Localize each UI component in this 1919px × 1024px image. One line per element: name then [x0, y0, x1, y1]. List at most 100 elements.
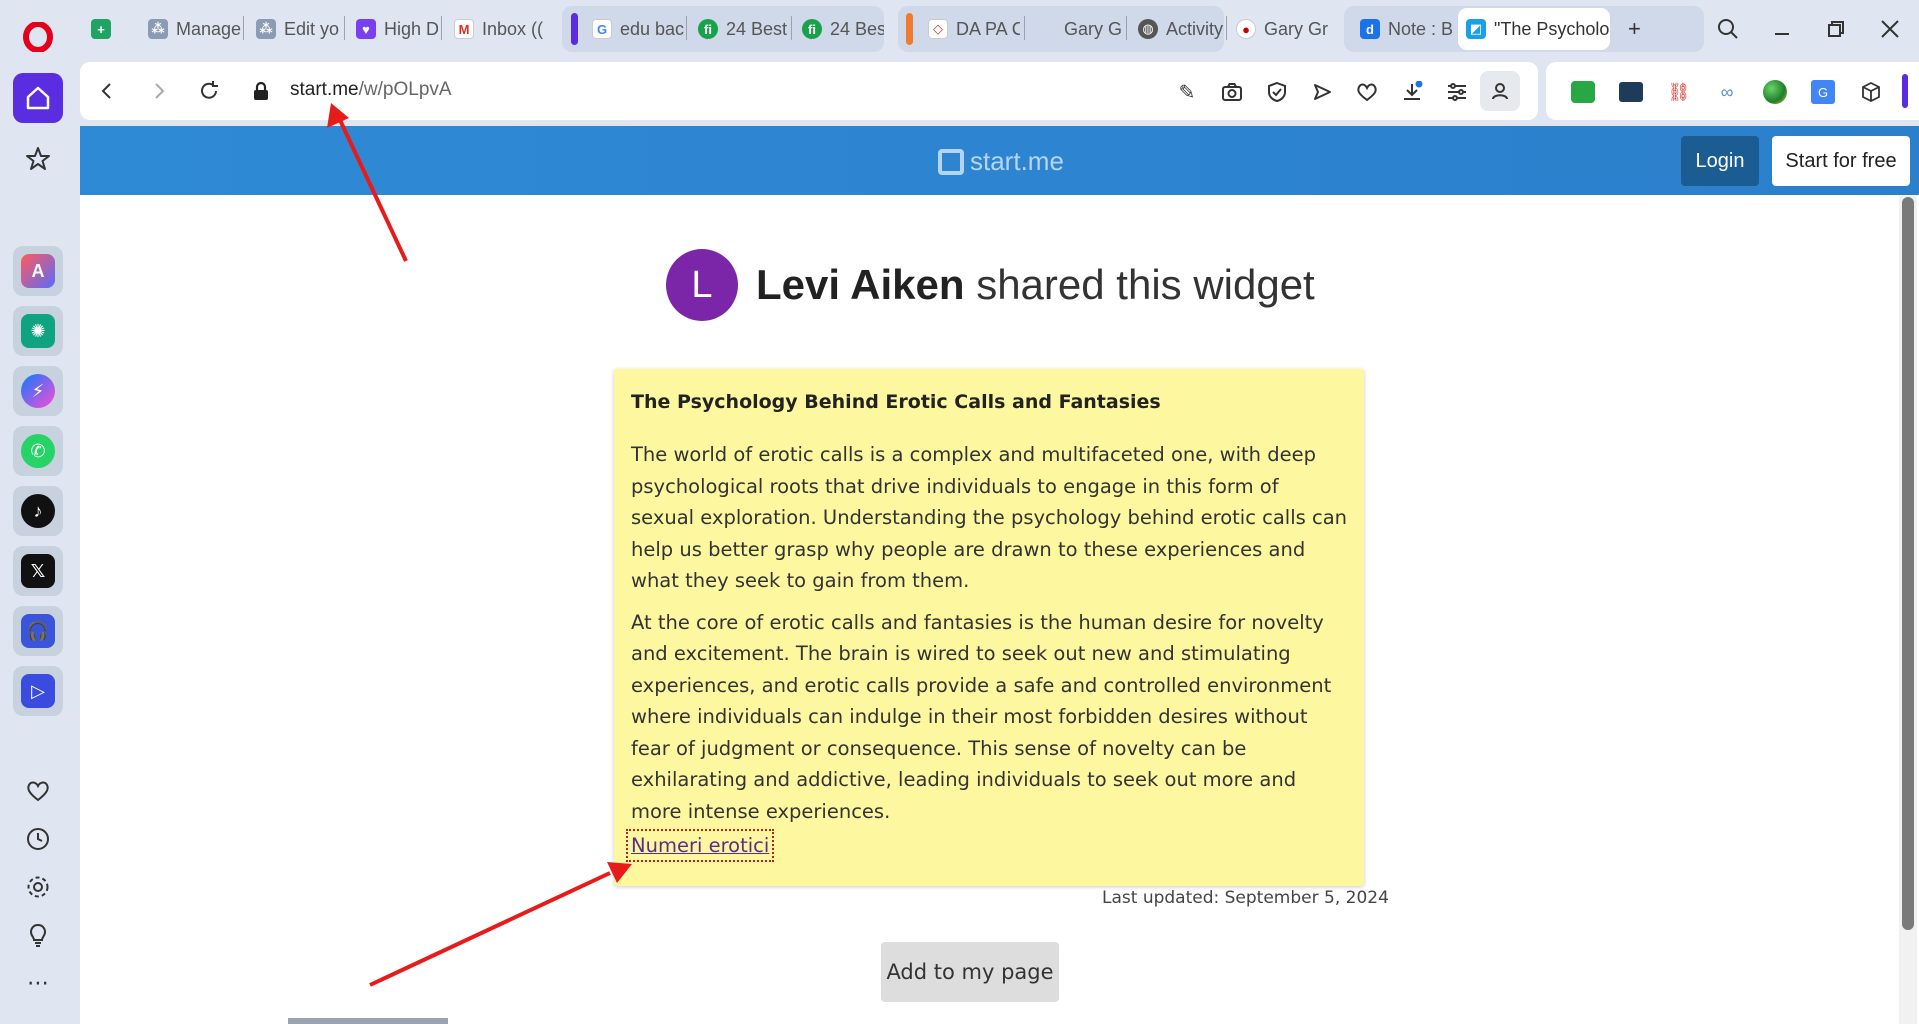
shared-note-widget: The Psychology Behind Erotic Calls and F…	[614, 369, 1364, 886]
tab-gary-gr-1[interactable]: Gary Gr	[1028, 8, 1122, 50]
widget-title: The Psychology Behind Erotic Calls and F…	[631, 391, 1161, 413]
shared-by-heading: L Levi Aiken shared this widget	[666, 249, 1315, 321]
heart-bookmark-icon[interactable]	[1352, 77, 1382, 107]
page-scrollbar[interactable]	[1899, 195, 1917, 1024]
home-icon[interactable]	[13, 73, 63, 123]
messenger-app-icon[interactable]: ⚡	[13, 366, 63, 416]
address-bar: start.me/w/pOLpvA ✎	[80, 62, 1538, 120]
google-icon: G	[592, 19, 612, 39]
widget-paragraph-2: At the core of erotic calls and fantasie…	[631, 610, 1332, 823]
extension-chain-icon[interactable]: ∞	[1712, 77, 1742, 107]
profile-photo-icon: ●	[1236, 19, 1256, 39]
tab-note[interactable]: d Note : B	[1352, 8, 1452, 50]
star-icon[interactable]	[13, 134, 63, 184]
tab-high-d[interactable]: ♥ High D	[348, 8, 438, 50]
extensions-bar: ⛓ ∞ G	[1546, 62, 1919, 120]
back-button[interactable]	[92, 76, 122, 106]
login-button[interactable]: Login	[1681, 136, 1759, 186]
shared-suffix: shared this widget	[964, 261, 1315, 308]
edit-icon[interactable]: ✎	[1172, 77, 1202, 107]
avatar: L	[666, 249, 738, 321]
close-window-button[interactable]	[1872, 12, 1908, 46]
camera-icon[interactable]	[1217, 77, 1247, 107]
new-tab-button[interactable]: +	[1620, 8, 1656, 50]
startme-logo[interactable]: start.me	[938, 146, 1064, 177]
download-icon[interactable]	[1397, 77, 1427, 107]
tab-24-best-2[interactable]: fi24 Best	[794, 8, 884, 50]
aria-app-icon[interactable]: A	[13, 246, 63, 296]
tab-sheets[interactable]: +	[82, 8, 120, 50]
reload-icon	[201, 81, 218, 99]
more-icon[interactable]: ⋯	[13, 958, 63, 1008]
tab-inbox[interactable]: M Inbox ((	[446, 8, 546, 50]
tab-da-pa[interactable]: ◇ DA PA C	[920, 8, 1020, 50]
extension-translate-icon[interactable]: G	[1808, 77, 1838, 107]
back-arrow-icon	[101, 83, 111, 99]
sheets-icon: +	[91, 19, 111, 39]
forward-button[interactable]	[144, 76, 174, 106]
opera-logo-icon[interactable]	[13, 12, 63, 62]
url-field[interactable]: start.me/w/pOLpvA	[290, 79, 452, 101]
add-to-my-page-button[interactable]: Add to my page	[881, 942, 1059, 1002]
heart-icon[interactable]	[13, 766, 63, 816]
da-pa-icon: ◇	[928, 19, 948, 39]
blank-page-icon	[1036, 19, 1056, 39]
shield-icon[interactable]	[1262, 77, 1292, 107]
extension-robot-icon[interactable]	[1568, 77, 1598, 107]
tab-gary-gr-2[interactable]: ● Gary Gr	[1228, 8, 1334, 50]
extension-cube-icon[interactable]	[1856, 77, 1886, 107]
widget-link[interactable]: Numeri erotici	[625, 829, 775, 862]
gmail-icon: M	[454, 19, 474, 39]
browser-sidebar: A ✺ ⚡ ✆ ♪ 𝕏 🎧 ▷ ⋯	[0, 0, 76, 1024]
lightbulb-icon[interactable]	[13, 910, 63, 960]
tab-24-best-1[interactable]: fi 24 Best	[690, 8, 790, 50]
extension-folder-icon[interactable]	[1616, 77, 1646, 107]
minimize-button[interactable]	[1764, 12, 1800, 46]
globe-icon: ◍	[1138, 19, 1158, 39]
scrollbar-thumb[interactable]	[1902, 197, 1914, 930]
history-icon[interactable]	[13, 814, 63, 864]
whatsapp-app-icon[interactable]: ✆	[13, 426, 63, 476]
startme-icon: ◩	[1466, 19, 1486, 39]
chatgpt-app-icon[interactable]: ✺	[13, 306, 63, 356]
tab-edu-bac[interactable]: Gedu bac	[584, 8, 684, 50]
fi-icon: fi	[802, 19, 822, 39]
url-path: /w/pOLpvA	[358, 79, 452, 100]
bottom-taskbar-strip	[288, 1018, 448, 1024]
network-icon: ⁂	[148, 19, 168, 39]
url-domain: start.me	[290, 79, 359, 100]
last-updated: Last updated: September 5, 2024	[1102, 888, 1389, 908]
start-for-free-button[interactable]: Start for free	[1772, 136, 1910, 186]
minimize-icon	[1775, 33, 1789, 35]
heart-chat-icon: ♥	[356, 19, 376, 39]
restore-button[interactable]	[1818, 12, 1854, 46]
close-icon	[1881, 20, 1899, 38]
send-icon[interactable]	[1307, 77, 1337, 107]
music-app-icon[interactable]: 🎧	[13, 606, 63, 656]
extension-link-icon[interactable]: ⛓	[1664, 77, 1694, 107]
fi-icon: fi	[698, 19, 718, 39]
tab-strip: + ⁂Manage ⁂Edit you ♥High D MInbox (( Ge…	[80, 0, 1919, 58]
tab-activity[interactable]: ◍ Activity	[1130, 8, 1230, 50]
startme-logo-icon	[938, 148, 964, 175]
easy-setup-icon[interactable]	[1442, 77, 1472, 107]
x-app-icon[interactable]: 𝕏	[13, 546, 63, 596]
note-app-icon: d	[1360, 19, 1380, 39]
tab-the-psychology[interactable]: ◩ "The Psycholo	[1458, 8, 1610, 50]
reload-button[interactable]	[194, 76, 224, 106]
page-viewport: start.me Login Start for free L Levi Aik…	[80, 126, 1919, 1024]
restore-icon	[1828, 21, 1844, 37]
extension-globe-icon[interactable]	[1760, 77, 1790, 107]
user-name: Levi Aiken	[756, 261, 965, 308]
widget-paragraph-1: The world of erotic calls is a complex a…	[631, 443, 1348, 592]
profile-icon[interactable]	[1480, 71, 1520, 111]
settings-icon[interactable]	[13, 862, 63, 912]
lock-icon[interactable]	[246, 76, 276, 106]
tiktok-app-icon[interactable]: ♪	[13, 486, 63, 536]
search-tabs-button[interactable]	[1710, 12, 1746, 46]
player-app-icon[interactable]: ▷	[13, 666, 63, 716]
search-icon	[1718, 19, 1738, 39]
tab-edit-you[interactable]: ⁂Edit you	[248, 8, 340, 50]
forward-arrow-icon	[155, 83, 165, 99]
network-icon: ⁂	[256, 19, 276, 39]
